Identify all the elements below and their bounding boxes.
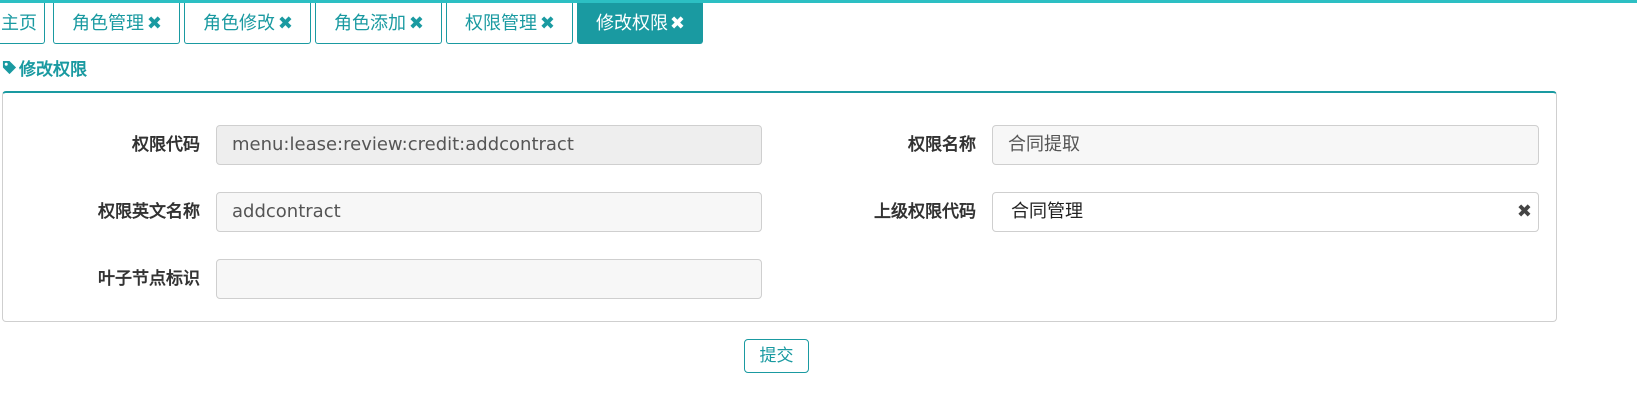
parent-code-select[interactable]: 合同管理 ✖ <box>992 192 1539 232</box>
section-title-text: 修改权限 <box>19 60 87 80</box>
leaf-flag-label: 叶子节点标识 <box>98 269 200 289</box>
perm-name-label: 权限名称 <box>908 135 976 155</box>
form-panel: 权限代码 menu:lease:review:credit:addcontrac… <box>2 91 1557 322</box>
close-icon[interactable]: ✖ <box>147 3 162 44</box>
leaf-flag-input[interactable] <box>216 259 762 299</box>
tab-label: 主页 <box>1 13 37 34</box>
close-icon[interactable]: ✖ <box>278 3 293 44</box>
perm-en-name-label: 权限英文名称 <box>98 202 200 222</box>
tab-label: 角色管理 <box>72 13 144 34</box>
tab-label: 角色添加 <box>334 13 406 34</box>
clear-icon[interactable]: ✖ <box>1517 193 1532 231</box>
tab-label: 角色修改 <box>203 13 275 34</box>
perm-en-name-input[interactable]: addcontract <box>216 192 762 232</box>
close-icon[interactable]: ✖ <box>670 3 685 44</box>
tag-icon <box>2 58 17 82</box>
perm-name-input[interactable]: 合同提取 <box>992 125 1539 165</box>
perm-code-label: 权限代码 <box>132 135 200 155</box>
tab-role-edit[interactable]: 角色修改 ✖ <box>184 3 311 44</box>
tab-role-add[interactable]: 角色添加 ✖ <box>315 3 442 44</box>
section-title: 修改权限 <box>2 58 87 82</box>
tab-edit-permission[interactable]: 修改权限 ✖ <box>577 3 703 44</box>
parent-code-value: 合同管理 <box>1011 201 1083 222</box>
tab-label: 权限管理 <box>465 13 537 34</box>
parent-code-label: 上级权限代码 <box>874 202 976 222</box>
perm-code-input[interactable]: menu:lease:review:credit:addcontract <box>216 125 762 165</box>
tab-label: 修改权限 <box>596 13 668 34</box>
tab-role-management[interactable]: 角色管理 ✖ <box>53 3 180 44</box>
tab-home[interactable]: 主页 <box>0 3 45 44</box>
close-icon[interactable]: ✖ <box>409 3 424 44</box>
close-icon[interactable]: ✖ <box>540 3 555 44</box>
tab-permission-management[interactable]: 权限管理 ✖ <box>446 3 573 44</box>
submit-button[interactable]: 提交 <box>744 339 809 373</box>
